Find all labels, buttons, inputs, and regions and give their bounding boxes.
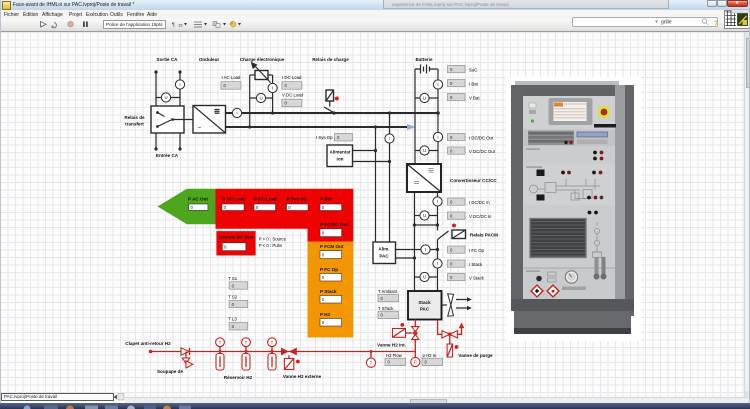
svg-text:U: U (164, 95, 167, 100)
svg-text:Alimentat: Alimentat (330, 150, 351, 155)
svg-text:Batterie: Batterie (415, 57, 433, 62)
svg-text:I Bat: I Bat (469, 82, 479, 87)
svg-text:Alim.: Alim. (378, 247, 389, 252)
svg-text:Charge électronique: Charge électronique (240, 57, 285, 62)
svg-text:I: I (425, 247, 426, 252)
svg-text:T STack: T STack (378, 306, 394, 311)
svg-text:I DC Load: I DC Load (282, 75, 302, 80)
svg-text:P AC Load: P AC Load (222, 196, 245, 201)
svg-text:?: ? (714, 20, 718, 27)
svg-text:P FCM Out: P FCM Out (320, 244, 344, 249)
svg-text:P > 0 : Source: P > 0 : Source (259, 237, 287, 242)
svg-text:I: I (437, 135, 438, 140)
svg-text:grille: grille (661, 20, 672, 26)
svg-text:I: I (437, 82, 438, 87)
svg-text:PAC: PAC (420, 307, 430, 312)
svg-text:I: I (437, 199, 438, 204)
svg-text:U: U (423, 213, 426, 218)
svg-text:p H2 In: p H2 In (423, 353, 437, 358)
svg-text:I Stack: I Stack (469, 262, 483, 267)
svg-text:P DC/DC Out: P DC/DC Out (320, 222, 348, 227)
svg-text:T Ambiant: T Ambiant (378, 289, 398, 294)
svg-text:Relais de: Relais de (124, 115, 145, 120)
svg-text:15: 15 (178, 23, 183, 28)
svg-text:V DC/DC Out: V DC/DC Out (469, 149, 496, 154)
svg-text:P < 0 : Puits: P < 0 : Puits (259, 243, 282, 248)
svg-text:T S2: T S2 (228, 294, 238, 299)
svg-text:I: I (236, 111, 237, 116)
svg-text:transfert: transfert (125, 122, 144, 127)
svg-text:I DC/DC Out: I DC/DC Out (469, 136, 494, 141)
svg-text:Entrée CA: Entrée CA (156, 153, 179, 158)
svg-text:Soupape de: Soupape de (157, 369, 183, 374)
svg-text:Convertisseur CC/CC: Convertisseur CC/CC (450, 178, 497, 183)
svg-text:P Bat: P Bat (320, 196, 332, 201)
svg-text:T S1: T S1 (228, 276, 238, 281)
svg-text:Somme DC Bus: Somme DC Bus (219, 234, 254, 239)
svg-text:I Sys Op: I Sys Op (316, 135, 333, 140)
svg-text:Stack: Stack (418, 300, 431, 305)
svg-text:U: U (423, 96, 426, 101)
svg-text:H2 Flow: H2 Flow (386, 353, 403, 358)
svg-text:P Sys Op: P Sys Op (287, 196, 307, 201)
svg-text:I: I (437, 261, 438, 266)
svg-text:Relais PACM: Relais PACM (470, 233, 498, 238)
svg-text:I: I (389, 136, 390, 141)
svg-text:Onduleur: Onduleur (199, 57, 220, 62)
svg-text:SoC: SoC (469, 68, 477, 73)
svg-text:ion: ion (337, 157, 344, 162)
svg-text:PAC: PAC (379, 254, 389, 259)
svg-text:P Stack: P Stack (320, 289, 337, 294)
svg-text:P H2: P H2 (320, 312, 331, 317)
svg-text:I: I (272, 86, 273, 91)
svg-text:Sortie CA: Sortie CA (157, 57, 179, 62)
svg-text:V Bat: V Bat (469, 96, 480, 101)
svg-text:I DC/DC In: I DC/DC In (469, 200, 490, 205)
svg-text:Relais de charge: Relais de charge (312, 57, 349, 62)
svg-text:Vanne de purge: Vanne de purge (458, 353, 493, 358)
svg-text:Vanne H2 externe: Vanne H2 externe (283, 374, 322, 379)
svg-text:P AC Out: P AC Out (188, 196, 208, 201)
svg-text:V Stack: V Stack (469, 276, 485, 281)
svg-text:I: I (179, 82, 180, 87)
svg-text:V DC/DC In: V DC/DC In (469, 214, 492, 219)
svg-text:I AC Load: I AC Load (222, 75, 241, 80)
svg-text:Clapet anti-retour H2: Clapet anti-retour H2 (125, 341, 171, 346)
svg-text:Réservoir H2: Réservoir H2 (224, 375, 253, 380)
svg-text:P DC Load: P DC Load (254, 196, 277, 201)
svg-text:P: P (414, 360, 417, 365)
svg-text:P FC Op: P FC Op (320, 267, 338, 272)
svg-text:~: ~ (198, 125, 202, 132)
svg-text:¶: ¶ (172, 23, 175, 29)
svg-text:U: U (423, 275, 426, 280)
svg-text:V DC Load: V DC Load (282, 92, 304, 97)
svg-text:I FC Op: I FC Op (469, 248, 485, 253)
svg-text:T L3: T L3 (228, 317, 237, 322)
svg-text:Vanne H2 int.: Vanne H2 int. (377, 343, 406, 348)
svg-text:U: U (423, 148, 426, 153)
svg-text:U: U (259, 96, 262, 101)
